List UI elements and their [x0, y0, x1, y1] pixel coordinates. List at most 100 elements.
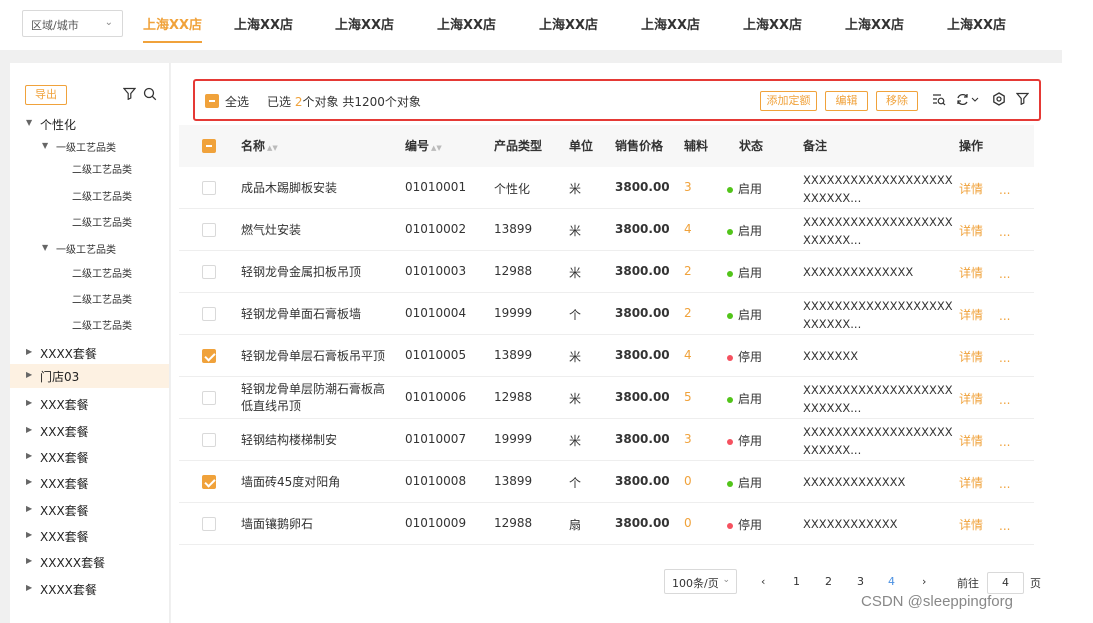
tree-node[interactable]: 二级工艺品类: [10, 315, 169, 335]
filter-icon[interactable]: [122, 87, 137, 104]
table-row[interactable]: 墙面砖45度对阳角 01010008 13899 个 3800.00 0 启用 XXXXXXX…: [179, 461, 1034, 503]
city-select[interactable]: 区域/城市 ⌄: [22, 10, 123, 37]
store-tab[interactable]: 上海XX店: [641, 14, 700, 33]
aux-count[interactable]: 4: [684, 222, 692, 236]
row-checkbox[interactable]: [202, 349, 216, 363]
remove-button[interactable]: 移除: [876, 91, 918, 111]
page-number[interactable]: 1: [793, 575, 800, 588]
search-icon[interactable]: [143, 87, 157, 105]
detail-link[interactable]: 详情: [959, 222, 983, 239]
aux-count[interactable]: 2: [684, 306, 692, 320]
detail-link[interactable]: 详情: [959, 348, 983, 365]
aux-count[interactable]: 3: [684, 432, 692, 446]
tree-node[interactable]: ▶ XXX套餐: [10, 526, 169, 546]
row-checkbox[interactable]: [202, 307, 216, 321]
page-number[interactable]: 3: [857, 575, 864, 588]
tree-node[interactable]: ▶ 门店03: [10, 364, 169, 388]
more-actions-button[interactable]: ...: [999, 183, 1010, 197]
detail-link[interactable]: 详情: [959, 306, 983, 323]
store-tab[interactable]: 上海XX店: [743, 14, 802, 33]
caret-right-icon[interactable]: ▶: [26, 583, 32, 592]
detail-link[interactable]: 详情: [959, 264, 983, 281]
settings-icon[interactable]: [992, 92, 1006, 110]
goto-page-input[interactable]: 4: [987, 572, 1024, 594]
table-row[interactable]: 成品木踢脚板安装 01010001 个性化 米 3800.00 3 启用 XXXXXXXXXX…: [179, 167, 1034, 209]
tree-node[interactable]: ▶ XXX套餐: [10, 473, 169, 493]
tree-node[interactable]: ▶ XXX套餐: [10, 421, 169, 441]
tree-node[interactable]: ▶ XXX套餐: [10, 394, 169, 414]
tree-node[interactable]: 二级工艺品类: [10, 289, 169, 309]
tree-node[interactable]: 二级工艺品类: [10, 212, 169, 232]
column-code[interactable]: 编号 ▲▼: [405, 137, 442, 154]
more-actions-button[interactable]: ...: [999, 393, 1010, 407]
header-checkbox[interactable]: [202, 139, 216, 153]
row-checkbox[interactable]: [202, 265, 216, 279]
table-row[interactable]: 墙面镶鹅卵石 01010009 12988 扇 3800.00 0 停用 XXXXXXXXXX…: [179, 503, 1034, 545]
more-actions-button[interactable]: ...: [999, 477, 1010, 491]
store-tab[interactable]: 上海XX店: [234, 14, 293, 33]
caret-right-icon[interactable]: ▶: [26, 556, 32, 565]
detail-link[interactable]: 详情: [959, 390, 983, 407]
tree-node[interactable]: 二级工艺品类: [10, 263, 169, 283]
table-row[interactable]: 轻钢龙骨单层石膏板吊平顶 01010005 13899 米 3800.00 4 停用 XXXX…: [179, 335, 1034, 377]
caret-right-icon[interactable]: ▶: [26, 451, 32, 460]
store-tab[interactable]: 上海XX店: [437, 14, 496, 33]
row-checkbox[interactable]: [202, 475, 216, 489]
tree-node[interactable]: 二级工艺品类: [10, 159, 169, 179]
caret-down-icon[interactable]: ▼: [42, 243, 48, 252]
more-actions-button[interactable]: ...: [999, 225, 1010, 239]
caret-right-icon[interactable]: ▶: [26, 530, 32, 539]
caret-right-icon[interactable]: ▶: [26, 398, 32, 407]
column-name[interactable]: 名称 ▲▼: [241, 137, 278, 154]
more-actions-button[interactable]: ...: [999, 435, 1010, 449]
store-tab[interactable]: 上海XX店: [143, 14, 203, 43]
caret-right-icon[interactable]: ▶: [26, 370, 32, 379]
aux-count[interactable]: 3: [684, 180, 692, 194]
page-number[interactable]: 4: [888, 575, 895, 588]
aux-count[interactable]: 4: [684, 348, 692, 362]
select-all-checkbox[interactable]: [205, 94, 219, 108]
tree-node[interactable]: 二级工艺品类: [10, 186, 169, 206]
sort-icon[interactable]: ▲▼: [267, 144, 278, 152]
detail-link[interactable]: 详情: [959, 432, 983, 449]
page-size-select[interactable]: 100条/页 ⌄: [664, 569, 737, 594]
store-tab[interactable]: 上海XX店: [335, 14, 394, 33]
table-row[interactable]: 轻钢龙骨单层防潮石膏板高低直线吊顶 01010006 12988 米 3800.00 5 启…: [179, 377, 1034, 419]
refresh-icon[interactable]: [956, 92, 980, 110]
prev-page-button[interactable]: ‹: [761, 575, 765, 588]
aux-count[interactable]: 0: [684, 474, 692, 488]
row-checkbox[interactable]: [202, 181, 216, 195]
search-list-icon[interactable]: [932, 92, 946, 110]
aux-count[interactable]: 5: [684, 390, 692, 404]
caret-down-icon[interactable]: ▼: [42, 141, 48, 150]
row-checkbox[interactable]: [202, 433, 216, 447]
tree-node[interactable]: ▼ 一级工艺品类: [10, 239, 169, 259]
sort-icon[interactable]: ▲▼: [431, 144, 442, 152]
caret-right-icon[interactable]: ▶: [26, 504, 32, 513]
tree-node[interactable]: ▼ 一级工艺品类: [10, 137, 169, 157]
detail-link[interactable]: 详情: [959, 516, 983, 533]
caret-right-icon[interactable]: ▶: [26, 425, 32, 434]
detail-link[interactable]: 详情: [959, 180, 983, 197]
table-row[interactable]: 轻钢结构楼梯制安 01010007 19999 米 3800.00 3 停用 XXXXXXXX…: [179, 419, 1034, 461]
add-quota-button[interactable]: 添加定额: [760, 91, 817, 111]
tree-node[interactable]: ▶ XXXX套餐: [10, 343, 169, 363]
more-actions-button[interactable]: ...: [999, 267, 1010, 281]
store-tab[interactable]: 上海XX店: [947, 14, 1006, 33]
edit-button[interactable]: 编辑: [825, 91, 868, 111]
caret-down-icon[interactable]: ▼: [26, 118, 32, 127]
detail-link[interactable]: 详情: [959, 474, 983, 491]
caret-right-icon[interactable]: ▶: [26, 477, 32, 486]
filter-icon[interactable]: [1015, 92, 1030, 109]
next-page-button[interactable]: ›: [922, 575, 926, 588]
table-row[interactable]: 轻钢龙骨单面石膏板墙 01010004 19999 个 3800.00 2 启用 XXXXXX…: [179, 293, 1034, 335]
store-tab[interactable]: 上海XX店: [845, 14, 904, 33]
tree-node[interactable]: ▶ XXXX套餐: [10, 579, 169, 599]
row-checkbox[interactable]: [202, 517, 216, 531]
tree-node[interactable]: ▶ XXXXX套餐: [10, 552, 169, 572]
caret-right-icon[interactable]: ▶: [26, 347, 32, 356]
more-actions-button[interactable]: ...: [999, 309, 1010, 323]
tree-node[interactable]: ▼ 个性化: [10, 114, 169, 134]
aux-count[interactable]: 2: [684, 264, 692, 278]
more-actions-button[interactable]: ...: [999, 351, 1010, 365]
